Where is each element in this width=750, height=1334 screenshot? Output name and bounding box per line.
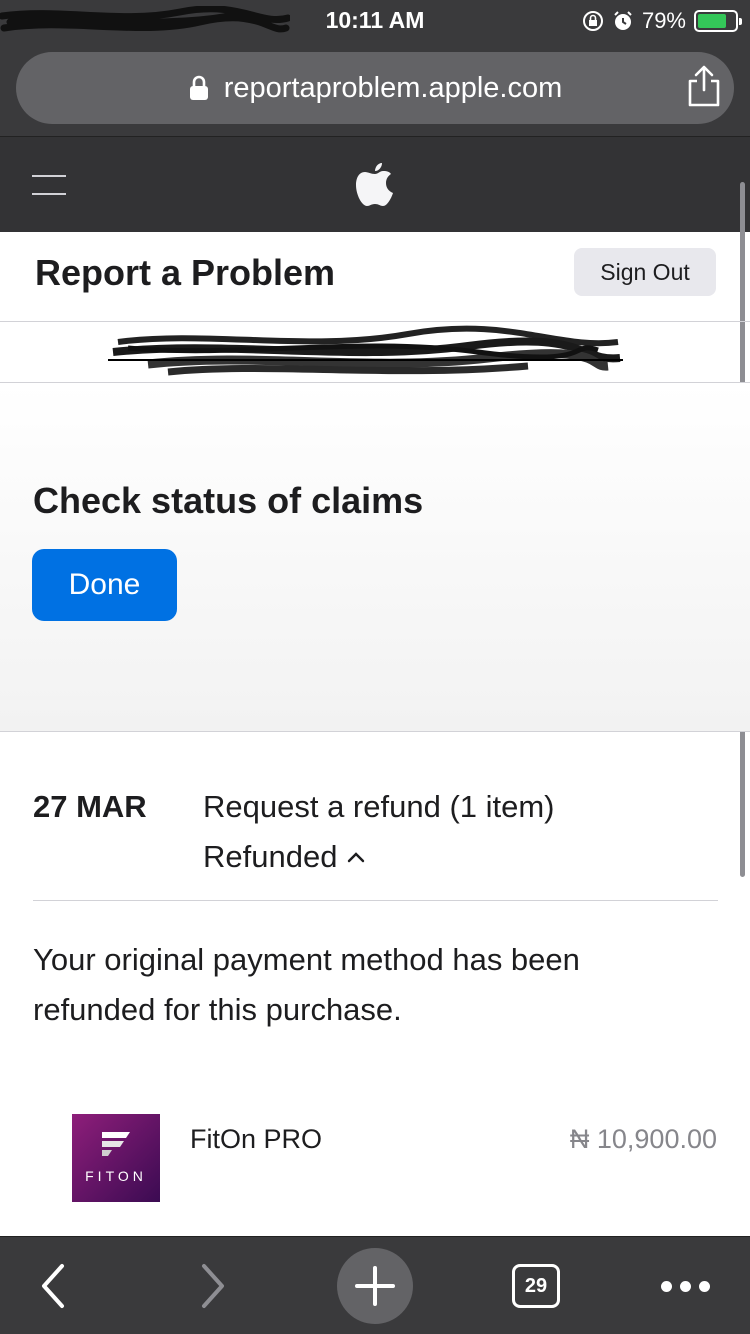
alarm-icon	[614, 11, 632, 30]
item-name: FitOn PRO	[190, 1124, 323, 1154]
more-menu-button[interactable]	[650, 1237, 720, 1334]
email-redaction-scribble	[108, 325, 623, 376]
claims-status-panel: Check status of claims Done	[0, 383, 750, 732]
claim-date: 27 MAR	[33, 789, 147, 824]
menu-icon[interactable]	[32, 175, 66, 197]
refund-message: Your original payment method has been re…	[33, 942, 580, 1027]
battery-fill	[698, 14, 727, 28]
orientation-lock-icon	[582, 11, 603, 31]
url-text: reportaproblem.apple.com	[223, 71, 563, 104]
sign-out-button[interactable]: Sign Out	[574, 248, 716, 296]
battery-nub	[739, 18, 742, 25]
fiton-app-icon: FITON	[72, 1114, 160, 1202]
lock-icon	[189, 75, 208, 100]
plus-icon	[355, 1266, 395, 1306]
claims-title: Check status of claims	[33, 480, 424, 521]
chevron-right-icon	[202, 1264, 224, 1308]
claim-status-toggle[interactable]: Refunded	[203, 839, 365, 875]
more-dot-icon	[679, 1280, 691, 1292]
chevron-up-icon	[348, 852, 365, 863]
browser-toolbar: 29	[0, 1236, 750, 1334]
done-button[interactable]: Done	[32, 549, 177, 621]
back-button[interactable]	[20, 1237, 86, 1334]
tabs-button[interactable]: 29	[510, 1237, 562, 1334]
chevron-left-icon	[42, 1264, 64, 1308]
apple-logo-icon[interactable]	[355, 159, 395, 209]
more-dot-icon	[698, 1280, 710, 1292]
status-bar: 10:11 AM 79%	[0, 0, 750, 42]
status-right-group: 79%	[582, 8, 742, 34]
tab-count: 29	[512, 1264, 560, 1308]
claim-status-label: Refunded	[203, 839, 338, 874]
app-icon-text: FITON	[85, 1168, 147, 1184]
battery-icon	[694, 10, 742, 32]
more-dot-icon	[660, 1280, 672, 1292]
new-tab-circle	[337, 1248, 413, 1324]
claim-type: Request a refund (1 item)	[203, 789, 555, 824]
fiton-logo-icon	[102, 1132, 130, 1156]
item-price: ₦ 10,900.00	[569, 1124, 717, 1154]
browser-url-area: reportaproblem.apple.com	[0, 42, 750, 136]
apple-global-nav	[0, 136, 750, 232]
share-icon[interactable]	[684, 64, 724, 108]
new-tab-button[interactable]	[336, 1237, 414, 1334]
battery-percent: 79%	[641, 8, 686, 33]
account-email-row	[0, 322, 750, 383]
forward-button[interactable]	[180, 1237, 246, 1334]
page-title: Report a Problem	[35, 252, 336, 293]
divider	[33, 900, 718, 901]
url-bar[interactable]: reportaproblem.apple.com	[16, 52, 734, 124]
page-header: Report a Problem Sign Out	[0, 232, 750, 322]
